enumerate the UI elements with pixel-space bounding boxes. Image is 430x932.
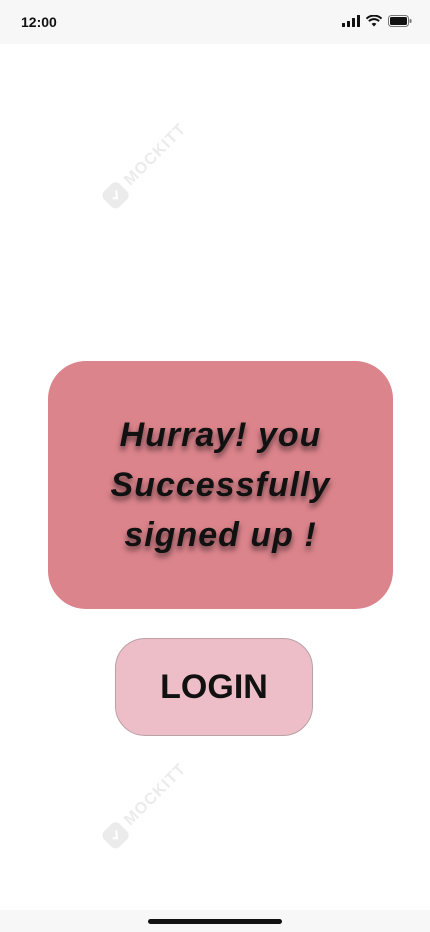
status-icons bbox=[342, 14, 412, 32]
watermark: MOCKITT bbox=[100, 119, 192, 211]
success-message: Hurray! you Successfully signed up ! bbox=[110, 416, 331, 554]
login-button[interactable]: LOGIN bbox=[115, 638, 313, 736]
watermark: MOCKITT bbox=[100, 759, 192, 851]
main-content: MOCKITT MOCKITT MOCKITT Hurray! you Succ… bbox=[0, 44, 430, 910]
battery-icon bbox=[388, 14, 412, 32]
success-card: Hurray! you Successfully signed up ! bbox=[48, 361, 393, 609]
cellular-signal-icon bbox=[342, 14, 360, 32]
mockitt-logo-icon bbox=[100, 179, 132, 211]
login-button-label: LOGIN bbox=[160, 667, 268, 706]
mockitt-logo-icon bbox=[100, 819, 132, 851]
watermark-text: MOCKITT bbox=[121, 760, 190, 829]
home-indicator-bar bbox=[0, 910, 430, 932]
status-bar: 12:00 bbox=[0, 0, 430, 44]
wifi-icon bbox=[365, 14, 383, 32]
watermark-text: MOCKITT bbox=[121, 120, 190, 189]
home-indicator[interactable] bbox=[148, 919, 282, 924]
status-time: 12:00 bbox=[21, 14, 57, 30]
